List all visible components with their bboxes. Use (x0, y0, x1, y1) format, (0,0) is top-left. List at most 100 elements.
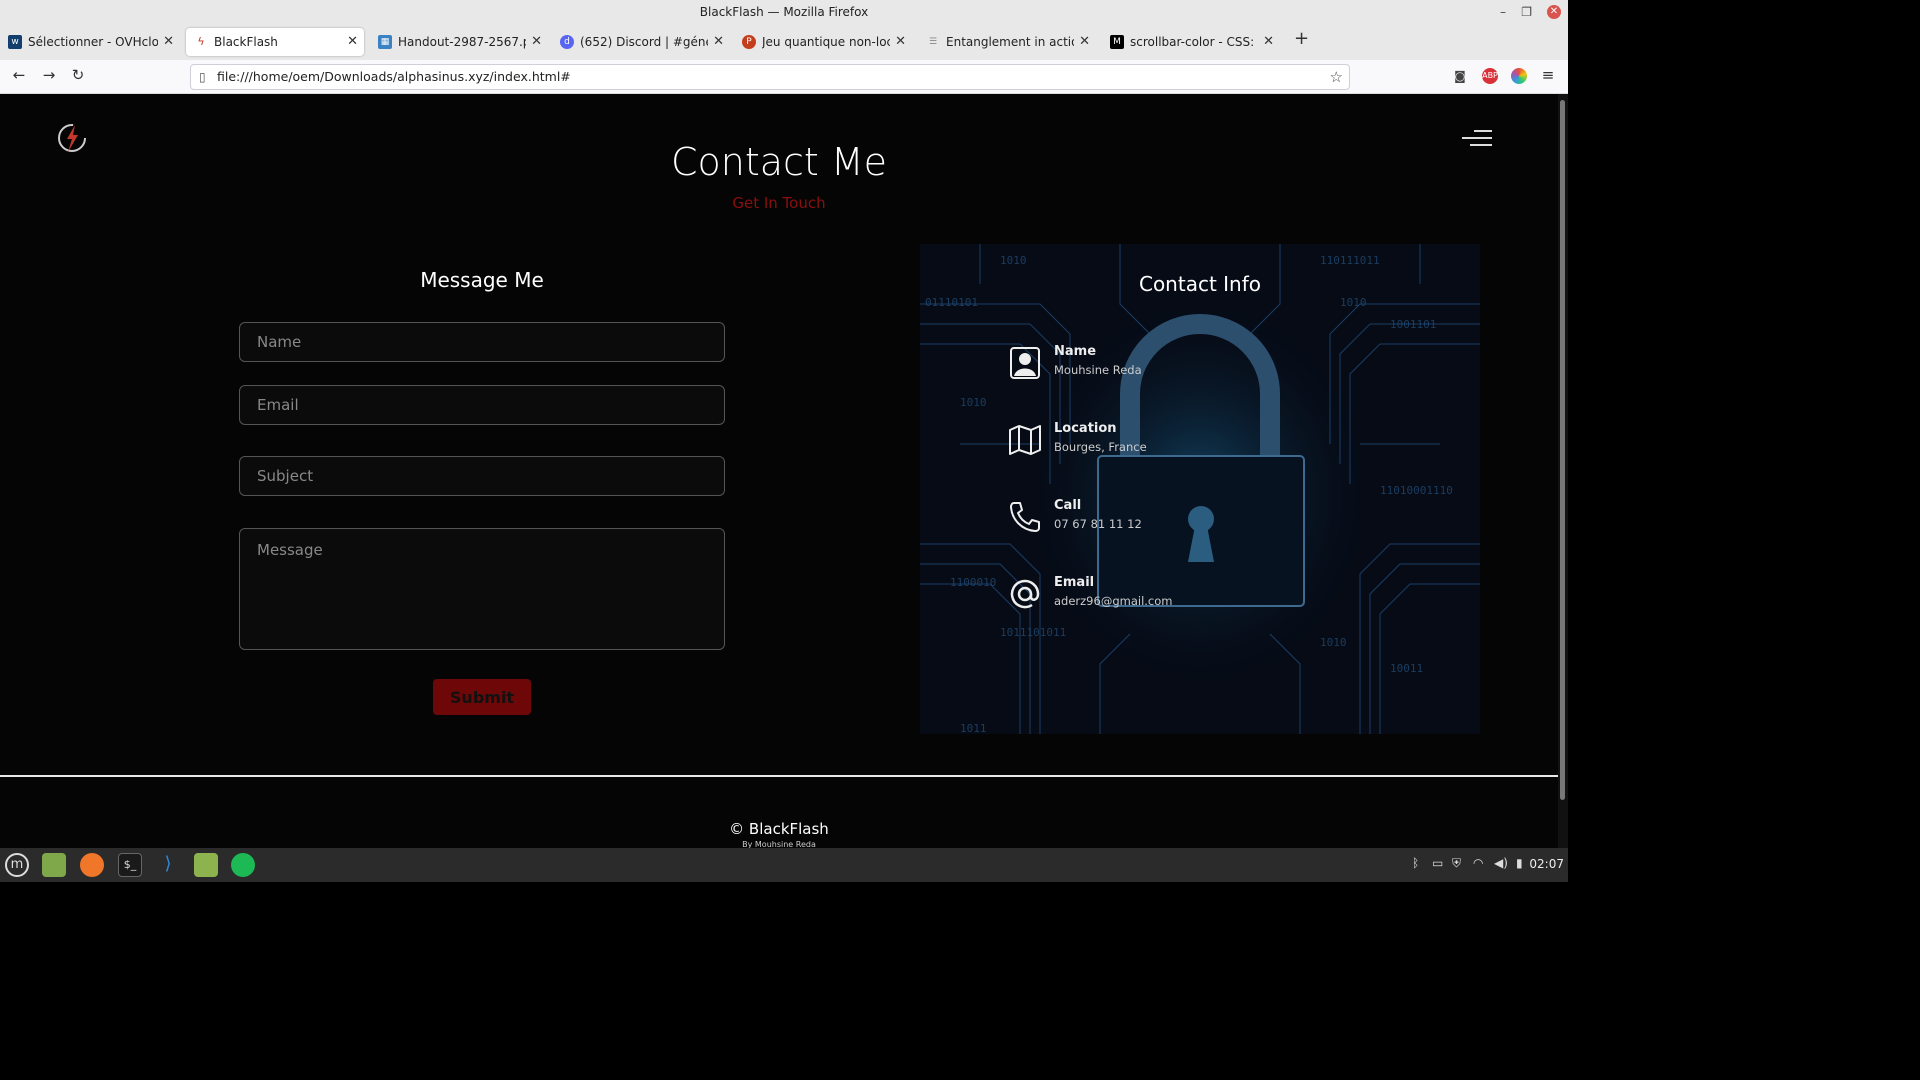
message-textarea[interactable] (239, 528, 725, 650)
contact-label: Name (1054, 344, 1097, 359)
svg-text:01110101: 01110101 (925, 296, 978, 309)
tab-label: Entanglement in action | IBM (946, 35, 1074, 49)
discord-icon: d (560, 35, 574, 49)
contact-item-name: Name Mouhsine Reda (1008, 344, 1308, 388)
powerpoint-icon: P (742, 35, 756, 49)
svg-text:1010: 1010 (1320, 636, 1347, 649)
tab-label: Jeu quantique non-local CH (762, 35, 890, 49)
svg-text:11010001110: 11010001110 (1380, 484, 1453, 497)
scrollbar-thumb[interactable] (1560, 100, 1565, 800)
show-desktop-icon[interactable] (42, 853, 66, 877)
close-window-icon[interactable]: ✕ (1547, 5, 1561, 19)
page-content: Contact Me Get In Touch Message Me Submi… (0, 94, 1568, 848)
pocket-icon[interactable]: ◙ (1452, 68, 1468, 84)
form-heading: Message Me (420, 268, 544, 292)
map-icon (1009, 425, 1041, 455)
contact-label: Email (1054, 575, 1095, 590)
spotify-icon[interactable] (231, 853, 255, 877)
vscode-icon[interactable]: ⟩ (156, 853, 180, 877)
page-subtitle: Get In Touch (732, 194, 826, 212)
url-bar[interactable]: ▯ file:///home/oem/Downloads/alphasinus.… (190, 64, 1350, 90)
ovh-icon: w (8, 35, 22, 49)
tab-ibm[interactable]: ☰ Entanglement in action | IBM ✕ (918, 28, 1096, 56)
new-tab-icon[interactable]: + (1294, 28, 1309, 49)
window-title: BlackFlash — Mozilla Firefox (699, 5, 869, 19)
tab-ovhcloud[interactable]: w Sélectionner - OVHcloud ✕ (0, 28, 180, 56)
contact-item-location: Location Bourges, France (1008, 421, 1308, 465)
user-icon (1010, 347, 1040, 379)
page-scrollbar[interactable] (1558, 94, 1568, 848)
close-tab-icon[interactable]: ✕ (163, 28, 174, 56)
color-picker-icon[interactable] (1511, 68, 1527, 84)
tab-label: Sélectionner - OVHcloud (28, 35, 158, 49)
contact-label: Location (1054, 421, 1117, 436)
linux-mint-menu-icon[interactable]: m (5, 853, 29, 877)
adblock-icon[interactable]: ABP (1482, 68, 1498, 84)
contact-item-call: Call 07 67 81 11 12 (1008, 498, 1308, 542)
contact-value[interactable]: aderz96@gmail.com (1054, 594, 1172, 608)
reload-icon[interactable]: ↻ (68, 66, 88, 84)
volume-icon[interactable]: ◀) (1494, 856, 1508, 870)
tab-label: scrollbar-color - CSS: Cascad (1130, 35, 1258, 49)
window-titlebar: BlackFlash — Mozilla Firefox – ❐ ✕ (0, 0, 1568, 24)
tab-label: Handout-2987-2567.pdf (398, 35, 526, 49)
bluetooth-icon[interactable]: ᛒ (1412, 856, 1419, 870)
contact-info-panel: 1010 110111011 01110101 1010 1001101 1010 1… (920, 244, 1480, 734)
footer-subtitle: By Mouhsine Reda (742, 840, 816, 848)
tab-mdn[interactable]: M scrollbar-color - CSS: Cascad ✕ (1102, 28, 1280, 56)
tab-blackflash[interactable]: ϟ BlackFlash ✕ (186, 28, 364, 56)
contact-value: 07 67 81 11 12 (1054, 517, 1142, 531)
back-icon[interactable]: ← (9, 66, 29, 84)
terminal-icon[interactable]: $_ (118, 853, 142, 877)
contact-item-email: Email aderz96@gmail.com (1008, 575, 1308, 619)
svg-text:1010: 1010 (1000, 254, 1027, 267)
svg-text:1010: 1010 (1340, 296, 1367, 309)
battery-icon[interactable]: ▮ (1516, 856, 1523, 870)
ibm-icon: ☰ (928, 37, 938, 47)
contact-value: Bourges, France (1054, 440, 1147, 454)
firefox-icon[interactable] (80, 853, 104, 877)
files-icon[interactable] (194, 853, 218, 877)
bookmark-star-icon[interactable]: ☆ (1330, 65, 1343, 89)
clock[interactable]: 02:07 (1529, 857, 1564, 871)
close-tab-icon[interactable]: ✕ (347, 28, 358, 56)
at-icon (1010, 579, 1040, 609)
subject-input[interactable] (239, 456, 725, 496)
svg-text:1011: 1011 (960, 722, 987, 734)
contact-info-heading: Contact Info (1138, 272, 1262, 296)
forward-icon[interactable]: → (39, 66, 59, 84)
navigation-toolbar: ← → ↻ ▯ file:///home/oem/Downloads/alpha… (0, 60, 1568, 94)
wifi-icon[interactable]: ◠ (1473, 856, 1483, 870)
close-tab-icon[interactable]: ✕ (1079, 28, 1090, 56)
url-text: file:///home/oem/Downloads/alphasinus.xy… (217, 69, 571, 84)
minimize-icon[interactable]: – (1500, 0, 1506, 24)
svg-text:1011101011: 1011101011 (1000, 626, 1066, 639)
page-icon: ▯ (199, 70, 206, 84)
tab-strip: w Sélectionner - OVHcloud ✕ ϟ BlackFlash… (0, 24, 1568, 60)
circuit-lock-background: 1010 110111011 01110101 1010 1001101 1010 1… (920, 244, 1480, 734)
blackflash-icon: ϟ (197, 35, 205, 48)
close-tab-icon[interactable]: ✕ (531, 28, 542, 56)
contact-label: Call (1054, 498, 1082, 513)
maximize-icon[interactable]: ❐ (1521, 0, 1532, 24)
tab-label: BlackFlash (214, 35, 278, 49)
tab-discord[interactable]: d (652) Discord | #général | ch ✕ (552, 28, 730, 56)
close-tab-icon[interactable]: ✕ (713, 28, 724, 56)
svg-text:1100010: 1100010 (950, 576, 996, 589)
tab-powerpoint[interactable]: P Jeu quantique non-local CH ✕ (734, 28, 912, 56)
footer-title: © BlackFlash (729, 820, 829, 838)
clipboard-icon[interactable]: ▭ (1432, 856, 1443, 870)
tab-handout-pdf[interactable]: ▦ Handout-2987-2567.pdf ✕ (370, 28, 548, 56)
shield-icon[interactable]: ⛨ (1452, 856, 1461, 871)
pdf-icon: ▦ (378, 35, 392, 49)
phone-icon (1010, 502, 1040, 532)
name-input[interactable] (239, 322, 725, 362)
svg-text:10011: 10011 (1390, 662, 1423, 675)
close-tab-icon[interactable]: ✕ (1263, 28, 1274, 56)
close-tab-icon[interactable]: ✕ (895, 28, 906, 56)
email-input[interactable] (239, 385, 725, 425)
menu-icon[interactable]: ≡ (1538, 66, 1558, 84)
page-title: Contact Me (670, 140, 888, 184)
mdn-icon: M (1110, 35, 1124, 49)
submit-button[interactable]: Submit (433, 679, 531, 715)
